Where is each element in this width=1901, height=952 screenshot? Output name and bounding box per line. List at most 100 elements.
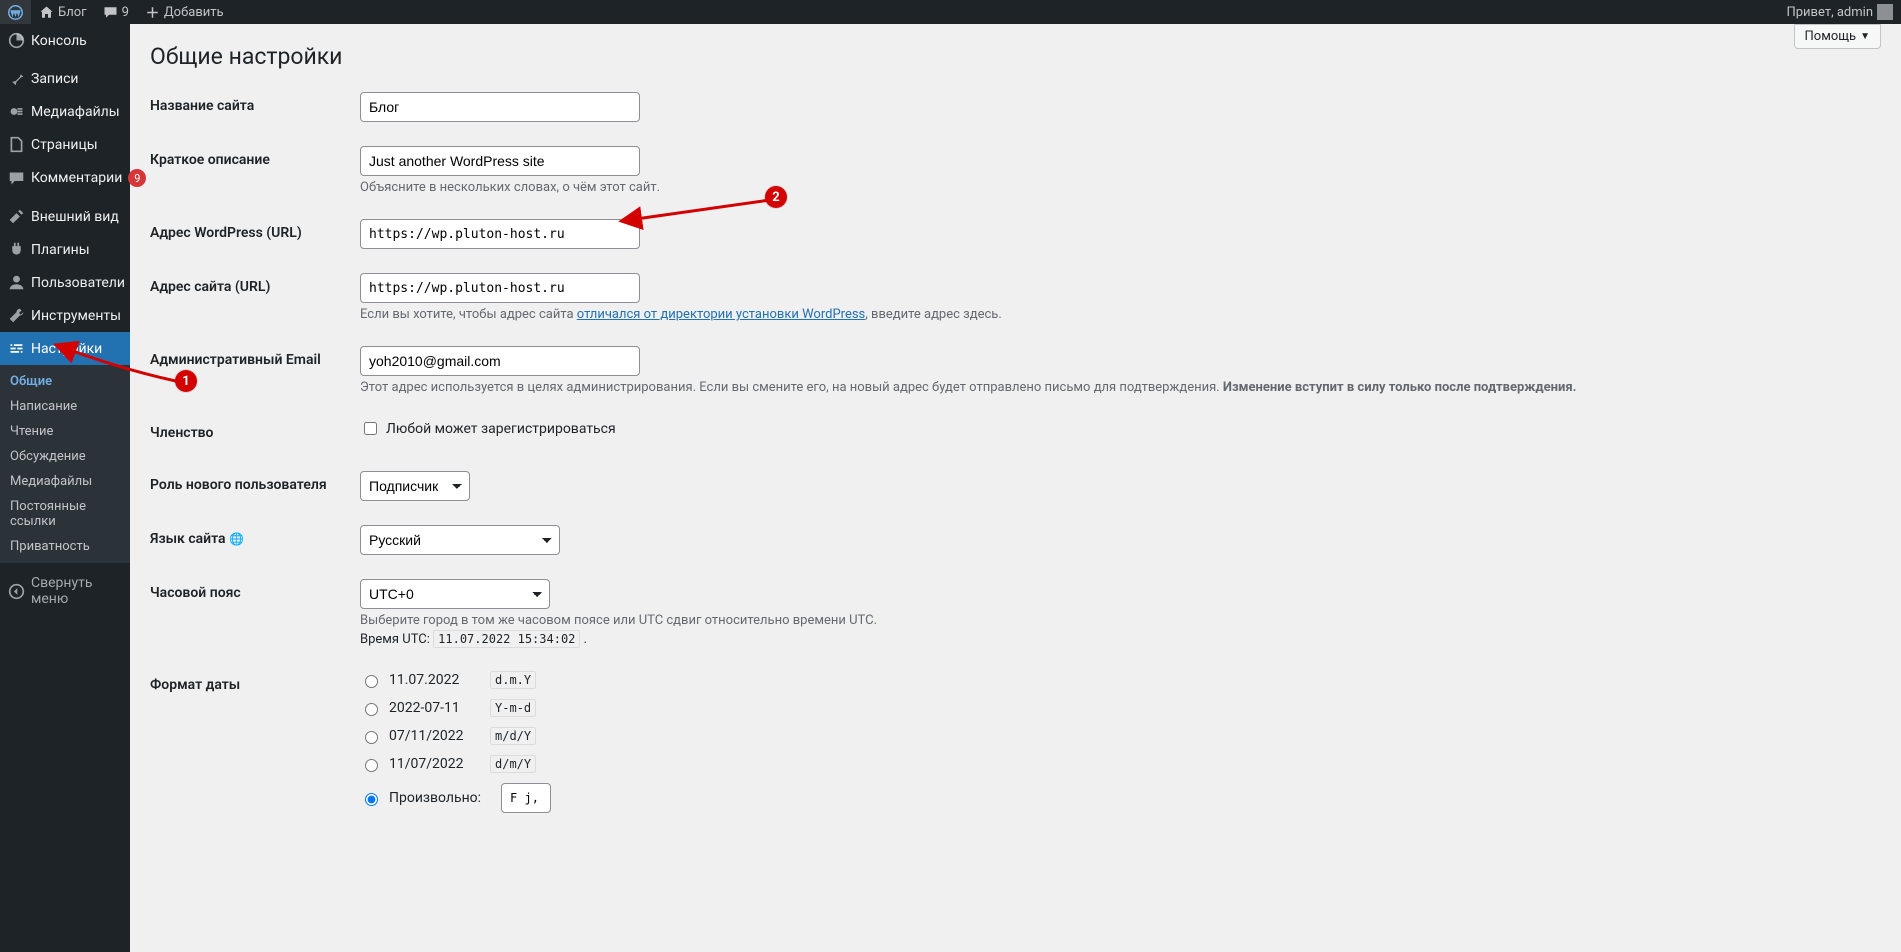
utc-time: Время UTC: 11.07.2022 15:34:02 . <box>360 632 1871 647</box>
chevron-down-icon: ▼ <box>1860 31 1870 42</box>
menu-label: Комментарии <box>31 170 122 186</box>
input-home[interactable] <box>360 273 640 303</box>
label-timezone: Часовой пояс <box>150 567 350 659</box>
date-option-1[interactable]: 2022-07-11 <box>360 700 470 716</box>
collapse-label: Свернуть меню <box>31 575 122 607</box>
help-home: Если вы хотите, чтобы адрес сайта отлича… <box>360 307 1871 322</box>
page-title: Общие настройки <box>150 34 1881 74</box>
date-option-custom[interactable]: Произвольно: <box>360 790 481 806</box>
collapse-menu[interactable]: Свернуть меню <box>0 567 130 615</box>
add-new[interactable]: Добавить <box>137 0 232 24</box>
user-greeting[interactable]: Привет, admin <box>1778 0 1901 24</box>
help-button[interactable]: Помощь ▼ <box>1794 24 1881 49</box>
radio-date-2[interactable] <box>365 731 378 744</box>
dashboard-icon <box>8 32 25 49</box>
date-option-3[interactable]: 11/07/2022 <box>360 756 470 772</box>
menu-label: Консоль <box>31 33 122 49</box>
input-blogdesc[interactable] <box>360 146 640 176</box>
select-site-lang[interactable]: Русский <box>360 525 560 555</box>
page-icon <box>8 136 25 153</box>
label-date-format: Формат даты <box>150 659 350 835</box>
content-area: Общие настройки Название сайта Краткое о… <box>130 0 1901 875</box>
help-timezone: Выберите город в том же часовом поясе ил… <box>360 613 1871 628</box>
radio-date-custom[interactable] <box>365 793 378 806</box>
plugins-icon <box>8 241 25 258</box>
submenu-reading[interactable]: Чтение <box>0 419 130 444</box>
menu-posts[interactable]: Записи <box>0 62 130 95</box>
submenu-writing[interactable]: Написание <box>0 394 130 419</box>
menu-label: Записи <box>31 71 122 87</box>
tools-icon <box>8 307 25 324</box>
date-option-2[interactable]: 07/11/2022 <box>360 728 470 744</box>
submenu-permalinks[interactable]: Постоянные ссылки <box>0 494 130 534</box>
settings-submenu: Общие Написание Чтение Обсуждение Медиаф… <box>0 365 130 563</box>
date-code-2: m/d/Y <box>490 727 536 745</box>
admin-sidebar: Консоль Записи Медиафайлы Страницы Комме… <box>0 24 130 952</box>
submenu-discussion[interactable]: Обсуждение <box>0 444 130 469</box>
label-siteurl: Адрес WordPress (URL) <box>150 207 350 261</box>
input-admin-email[interactable] <box>360 346 640 376</box>
label-blogdesc: Краткое описание <box>150 134 350 207</box>
media-icon <box>8 103 25 120</box>
menu-label: Инструменты <box>31 308 122 324</box>
select-timezone[interactable]: UTC+0 <box>360 579 550 609</box>
date-code-1: Y-m-d <box>490 699 536 717</box>
label-site-lang: Язык сайта 🌐 <box>150 513 350 567</box>
menu-settings[interactable]: Настройки <box>0 332 130 365</box>
submenu-privacy[interactable]: Приватность <box>0 534 130 559</box>
comments-count-label: 9 <box>122 5 129 20</box>
collapse-icon <box>8 583 25 600</box>
menu-label: Настройки <box>31 341 122 357</box>
link-wp-dir-diff[interactable]: отличался от директории установки WordPr… <box>577 307 865 322</box>
radio-date-1[interactable] <box>365 703 378 716</box>
menu-media[interactable]: Медиафайлы <box>0 95 130 128</box>
help-admin-email: Этот адрес используется в целях админист… <box>360 380 1871 395</box>
label-blogname: Название сайта <box>150 80 350 134</box>
select-default-role[interactable]: Подписчик <box>360 471 470 501</box>
plus-icon <box>145 5 160 20</box>
date-option-0[interactable]: 11.07.2022 <box>360 672 470 688</box>
site-name-label: Блог <box>58 5 87 20</box>
appearance-icon <box>8 208 25 225</box>
translate-icon: 🌐 <box>229 532 244 546</box>
checkbox-users-can-register[interactable] <box>364 422 377 435</box>
radio-date-3[interactable] <box>365 759 378 772</box>
menu-users[interactable]: Пользователи <box>0 266 130 299</box>
menu-label: Медиафайлы <box>31 104 122 120</box>
add-new-label: Добавить <box>164 5 224 20</box>
input-blogname[interactable] <box>360 92 640 122</box>
membership-option[interactable]: Любой может зарегистрироваться <box>360 419 1871 438</box>
comment-icon <box>103 5 118 20</box>
wordpress-icon <box>8 5 23 20</box>
comments-count[interactable]: 9 <box>95 0 137 24</box>
menu-label: Плагины <box>31 242 122 258</box>
greeting-text: Привет, admin <box>1786 5 1873 20</box>
admin-bar: Блог 9 Добавить Привет, admin <box>0 0 1901 24</box>
comment-icon <box>8 170 25 187</box>
input-date-custom[interactable] <box>501 783 551 813</box>
site-name[interactable]: Блог <box>31 0 95 24</box>
menu-plugins[interactable]: Плагины <box>0 233 130 266</box>
submenu-media[interactable]: Медиафайлы <box>0 469 130 494</box>
label-default-role: Роль нового пользователя <box>150 459 350 513</box>
input-siteurl[interactable] <box>360 219 640 249</box>
radio-date-0[interactable] <box>365 675 378 688</box>
utc-time-code: 11.07.2022 15:34:02 <box>433 630 580 648</box>
pin-icon <box>8 70 25 87</box>
settings-form: Название сайта Краткое описание Объяснит… <box>150 80 1881 835</box>
wp-logo[interactable] <box>0 0 31 24</box>
label-membership: Членство <box>150 407 350 459</box>
menu-label: Пользователи <box>31 275 125 291</box>
home-icon <box>39 5 54 20</box>
date-code-0: d.m.Y <box>490 671 536 689</box>
help-tabs: Помощь ▼ <box>1794 24 1881 49</box>
menu-label: Внешний вид <box>31 209 122 225</box>
menu-pages[interactable]: Страницы <box>0 128 130 161</box>
label-admin-email: Административный Email <box>150 334 350 407</box>
menu-label: Страницы <box>31 137 122 153</box>
menu-dashboard[interactable]: Консоль <box>0 24 130 57</box>
menu-comments[interactable]: Комментарии 9 <box>0 161 130 195</box>
submenu-general[interactable]: Общие <box>0 369 130 394</box>
menu-appearance[interactable]: Внешний вид <box>0 200 130 233</box>
menu-tools[interactable]: Инструменты <box>0 299 130 332</box>
